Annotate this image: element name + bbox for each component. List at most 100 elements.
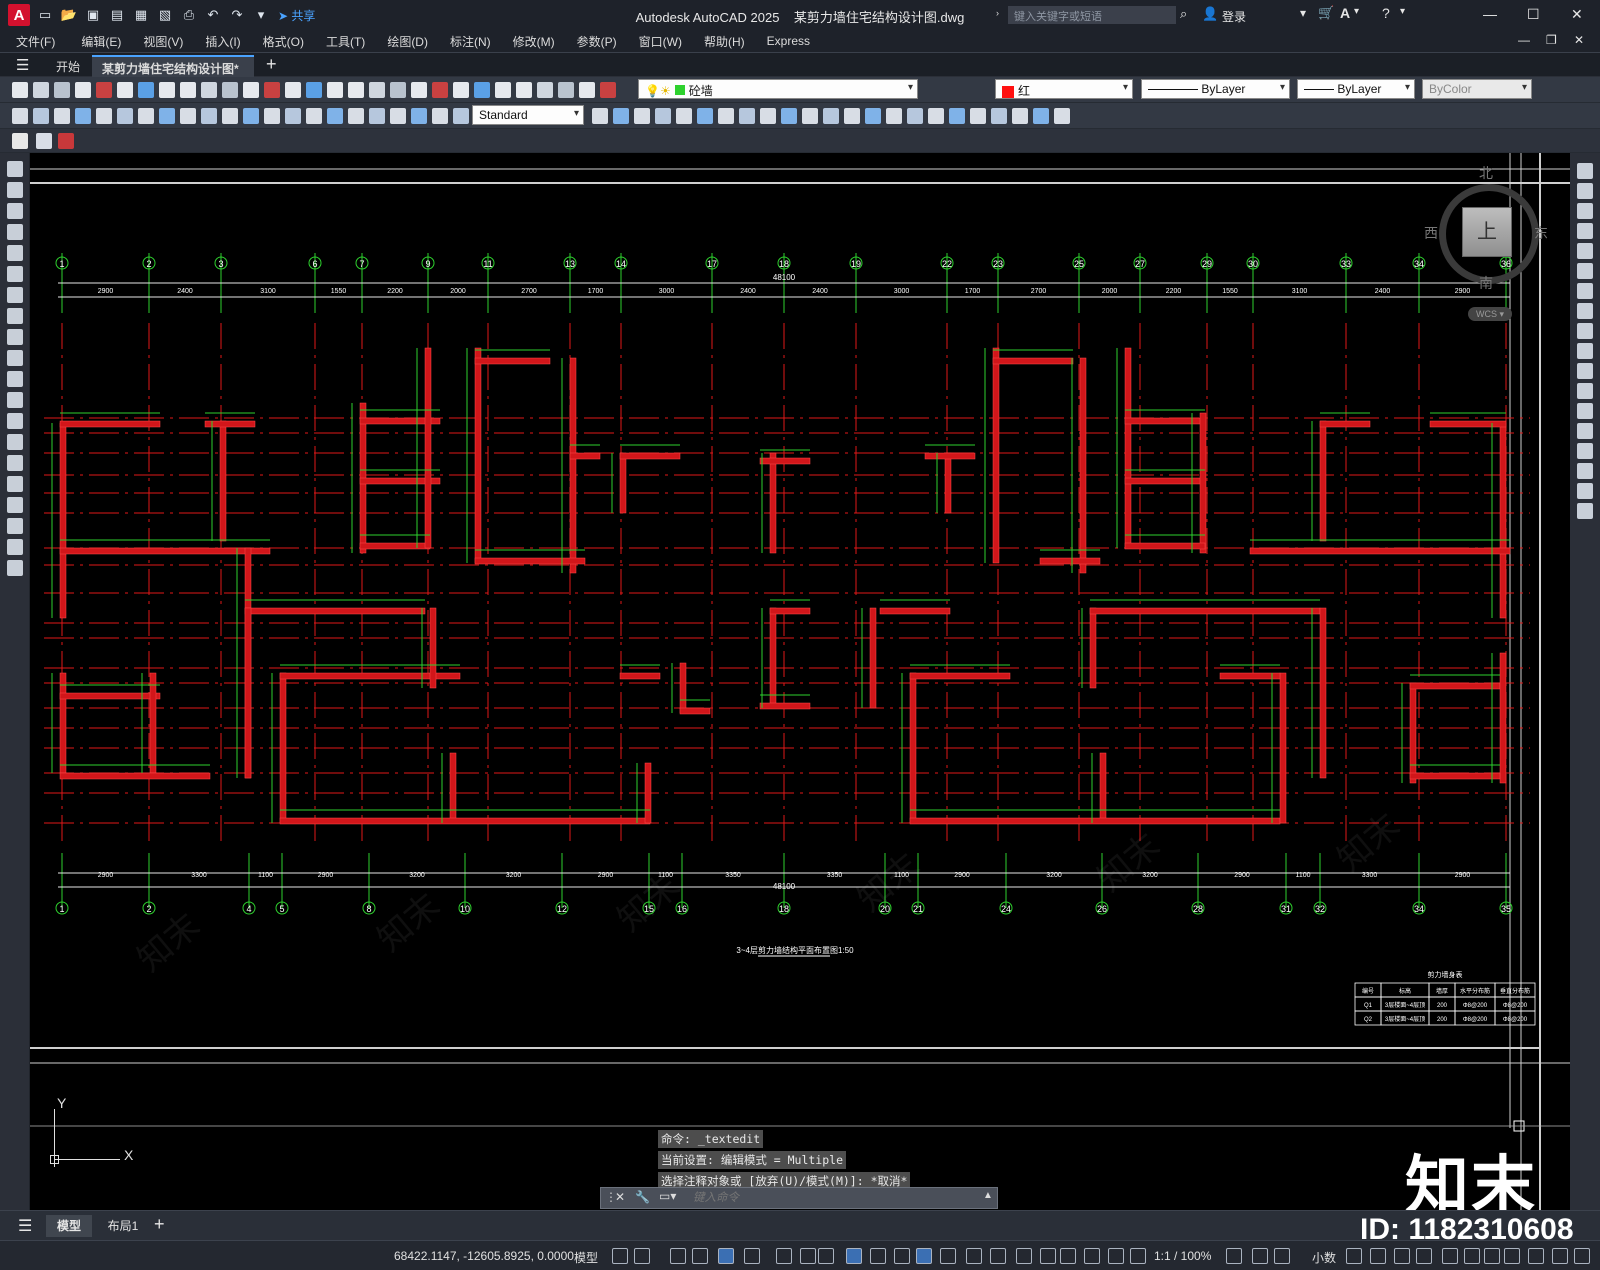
layer-prev-icon[interactable]: [537, 82, 553, 98]
menu-express[interactable]: Express: [767, 34, 810, 48]
render-icon[interactable]: [592, 108, 608, 124]
modify-tool-icon[interactable]: [1577, 363, 1593, 379]
modify-tool-icon[interactable]: [1577, 303, 1593, 319]
draw-tool-icon[interactable]: [7, 287, 23, 303]
aligned-dim-icon[interactable]: [33, 108, 49, 124]
help-icon[interactable]: ?: [1382, 5, 1390, 21]
draw-tool-icon[interactable]: [7, 476, 23, 492]
tab-start[interactable]: 开始: [46, 55, 90, 77]
viewcube-west[interactable]: 西: [1424, 223, 1438, 243]
sheet-set-icon[interactable]: [411, 82, 427, 98]
autocad-logo-icon[interactable]: A: [8, 4, 30, 26]
clean-screen-icon[interactable]: [1370, 1248, 1386, 1264]
command-input[interactable]: [689, 1188, 989, 1208]
modify-tool-icon[interactable]: [1577, 163, 1593, 179]
customize-icon[interactable]: [1394, 1248, 1410, 1264]
close-window-icon[interactable]: ✕: [1571, 6, 1583, 23]
aligned-dim-icon[interactable]: [634, 108, 650, 124]
login-button[interactable]: 登录: [1222, 8, 1246, 25]
modify-tool-icon[interactable]: [1577, 263, 1593, 279]
object-track-icon[interactable]: [800, 1248, 816, 1264]
minimize-window-icon[interactable]: —: [1483, 6, 1497, 22]
redo-icon[interactable]: ↷: [228, 6, 246, 24]
design-center-icon[interactable]: [369, 82, 385, 98]
undo-icon[interactable]: [222, 82, 238, 98]
plot-icon[interactable]: ⎙: [180, 6, 198, 24]
search-expand-icon[interactable]: ›: [996, 8, 999, 18]
color-dropdown[interactable]: 红 ▾: [995, 79, 1133, 99]
draw-tool-icon[interactable]: [7, 245, 23, 261]
menu-view[interactable]: 视图(V): [143, 33, 183, 50]
drawing-canvas[interactable]: 48100 48100 2900 2400 3100 1550 2200 2000 2700 17…: [30, 153, 1570, 1210]
orbit-icon[interactable]: [453, 108, 469, 124]
grid-icon[interactable]: [612, 1248, 628, 1264]
viewcube-north[interactable]: 北: [1479, 163, 1493, 183]
orbit-icon[interactable]: [1054, 108, 1070, 124]
jog-linear-icon[interactable]: [348, 108, 364, 124]
polar-icon[interactable]: [744, 1248, 760, 1264]
layout-menu-icon[interactable]: ☰: [18, 1216, 32, 1236]
lock-ui-icon[interactable]: [1252, 1248, 1268, 1264]
transparency-icon[interactable]: [870, 1248, 886, 1264]
new-icon[interactable]: [12, 82, 28, 98]
save-icon[interactable]: ▣: [84, 6, 102, 24]
3d-osnap-icon[interactable]: [916, 1248, 932, 1264]
hardware-icon[interactable]: [1504, 1248, 1520, 1264]
modify-tool-icon[interactable]: [1577, 203, 1593, 219]
help-icon[interactable]: [474, 82, 490, 98]
draw-tool-icon[interactable]: [7, 224, 23, 240]
dynamic-ucs-icon[interactable]: [940, 1248, 956, 1264]
dim-style-dropdown[interactable]: Standard ▾: [472, 105, 584, 125]
infer-icon[interactable]: [670, 1248, 686, 1264]
selection-filter-icon[interactable]: [966, 1248, 982, 1264]
draw-tool-icon[interactable]: [7, 560, 23, 576]
menu-format[interactable]: 格式(O): [263, 33, 304, 50]
draw-tool-icon[interactable]: [7, 539, 23, 555]
cut-icon[interactable]: [138, 82, 154, 98]
draw-tool-icon[interactable]: [7, 203, 23, 219]
menu-modify[interactable]: 修改(M): [513, 33, 555, 50]
units-button[interactable]: 小数: [1312, 1249, 1336, 1266]
dim-update-icon[interactable]: [1012, 108, 1028, 124]
dim-update-icon[interactable]: [411, 108, 427, 124]
dynamic-input-icon[interactable]: [692, 1248, 708, 1264]
undo-icon[interactable]: ↶: [204, 6, 222, 24]
open-file-icon[interactable]: 📂: [60, 6, 78, 24]
scale-icon[interactable]: [1060, 1248, 1076, 1264]
command-customize-icon[interactable]: 🔧: [635, 1190, 650, 1204]
add-icon[interactable]: [1442, 1248, 1458, 1264]
diameter-dim-icon[interactable]: [739, 108, 755, 124]
draw-tool-icon[interactable]: [7, 413, 23, 429]
linear-dim-icon[interactable]: [613, 108, 629, 124]
draw-tool-icon[interactable]: [7, 350, 23, 366]
draw-tool-icon[interactable]: [7, 161, 23, 177]
annotation-monitor-icon[interactable]: [1108, 1248, 1124, 1264]
new-tab-icon[interactable]: +: [266, 54, 277, 75]
auto-scale-icon[interactable]: [1040, 1248, 1056, 1264]
modify-tool-icon[interactable]: [1577, 223, 1593, 239]
zoom-icon[interactable]: [285, 82, 301, 98]
dim-text-edit-icon[interactable]: [991, 108, 1007, 124]
modify-tool-icon[interactable]: [1577, 463, 1593, 479]
redo-icon[interactable]: [243, 82, 259, 98]
angular-dim-icon[interactable]: [760, 108, 776, 124]
view-icon[interactable]: [432, 108, 448, 124]
modify-tool-icon[interactable]: [1577, 183, 1593, 199]
linetype-dropdown[interactable]: ByLayer ▾: [1141, 79, 1290, 99]
help-dropdown-icon[interactable]: ▾: [1400, 6, 1405, 17]
diameter-dim-icon[interactable]: [138, 108, 154, 124]
layer-state-icon[interactable]: [516, 82, 532, 98]
dim-edit-icon[interactable]: [369, 108, 385, 124]
open-icon[interactable]: [33, 82, 49, 98]
isodraft-icon[interactable]: [776, 1248, 792, 1264]
plotstyle-dropdown[interactable]: ByColor ▾: [1422, 79, 1532, 99]
menu-tools[interactable]: 工具(T): [326, 33, 365, 50]
inspect-icon[interactable]: [327, 108, 343, 124]
center-mark-icon[interactable]: [907, 108, 923, 124]
share-button[interactable]: ➤ 共享: [278, 7, 315, 24]
match-icon[interactable]: [201, 82, 217, 98]
radius-dim-icon[interactable]: [697, 108, 713, 124]
viewcube-east[interactable]: 东: [1534, 223, 1548, 243]
app-dropdown-icon[interactable]: ▾: [1354, 6, 1359, 17]
arc-dim-icon[interactable]: [655, 108, 671, 124]
